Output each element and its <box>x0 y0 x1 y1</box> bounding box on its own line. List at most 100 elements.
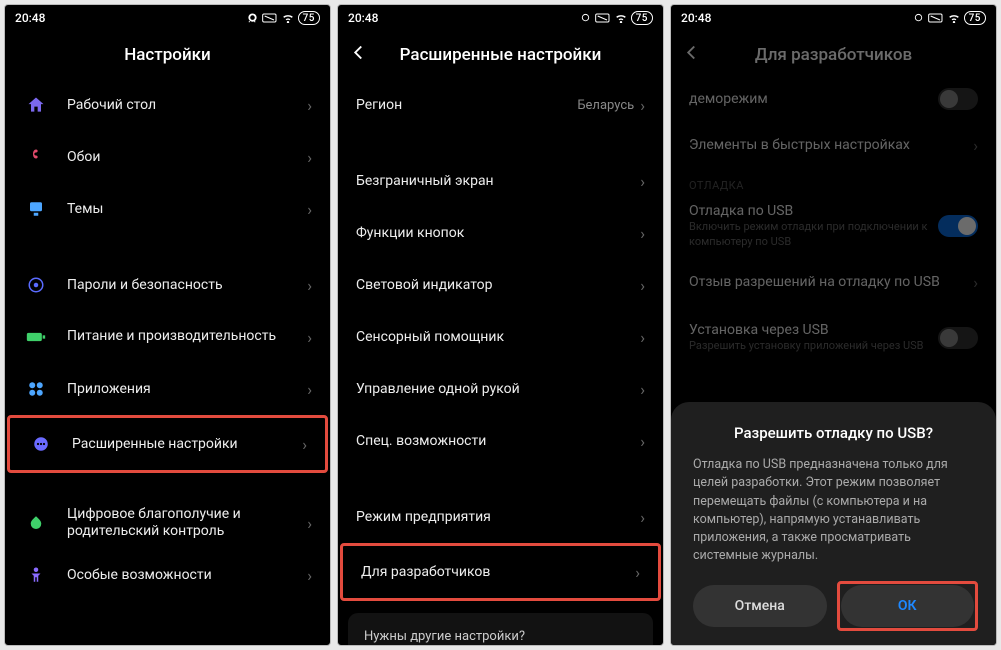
wifi-icon <box>282 13 294 23</box>
dialog-cancel-button[interactable]: Отмена <box>693 585 827 627</box>
status-bar: 20:48 75 <box>338 5 663 31</box>
row-label: Особые возможности <box>67 567 307 583</box>
chevron-right-icon: › <box>307 328 312 347</box>
row-enterprise[interactable]: Режим предприятия› <box>338 491 663 543</box>
row-a11y[interactable]: Спец. возможности› <box>338 415 663 467</box>
battery-pill: 75 <box>631 11 653 25</box>
lock-icon <box>23 272 49 298</box>
chevron-right-icon: › <box>640 224 645 243</box>
page-title: Настройки <box>124 45 211 65</box>
row-themes[interactable]: Темы › <box>5 183 330 235</box>
status-right: 75 <box>247 11 320 25</box>
dnd-icon <box>913 13 924 24</box>
status-right: 75 <box>580 11 653 25</box>
status-time: 20:48 <box>348 11 378 25</box>
screen-advanced: 20:48 75 Расширенные настройки Регион Бе… <box>337 4 664 646</box>
row-devoptions[interactable]: Для разработчиков› <box>343 546 658 598</box>
battery-box-icon <box>928 13 944 23</box>
row-label: Сенсорный помощник <box>356 329 640 345</box>
dialog-scrim[interactable]: Разрешить отладку по USB? Отладка по USB… <box>671 79 996 645</box>
row-label: Для разработчиков <box>361 564 635 580</box>
battery-box-icon <box>262 13 278 23</box>
header: Настройки <box>5 31 330 79</box>
row-label: Пароли и безопасность <box>67 277 307 293</box>
wallpaper-icon <box>23 144 49 170</box>
row-label: Регион <box>356 97 577 113</box>
row-security[interactable]: Пароли и безопасность › <box>5 259 330 311</box>
row-label: Обои <box>67 149 307 165</box>
back-button[interactable] <box>683 44 701 67</box>
battery-box-icon <box>595 13 611 23</box>
header: Расширенные настройки <box>338 31 663 79</box>
row-label: Приложения <box>67 381 307 397</box>
status-bar: 20:48 75 <box>5 5 330 31</box>
settings-list[interactable]: Рабочий стол › Обои › Темы › Пароли и бе… <box>5 79 330 645</box>
row-quickball[interactable]: Сенсорный помощник› <box>338 311 663 363</box>
row-apps[interactable]: Приложения › <box>5 363 330 415</box>
page-title: Расширенные настройки <box>400 45 602 65</box>
row-label: Управление одной рукой <box>356 381 640 397</box>
row-label: Цифровое благополучие и родительский кон… <box>67 506 307 541</box>
row-led[interactable]: Световой индикатор› <box>338 259 663 311</box>
highlight-advanced: Расширенные настройки › <box>7 415 328 473</box>
dialog-title: Разрешить отладку по USB? <box>693 424 974 442</box>
row-home[interactable]: Рабочий стол › <box>5 79 330 131</box>
row-label: Безграничный экран <box>356 173 640 189</box>
button-label: Отмена <box>735 598 785 614</box>
battery-pill: 75 <box>964 11 986 25</box>
apps-icon <box>23 376 49 402</box>
status-time: 20:48 <box>681 11 711 25</box>
chevron-right-icon: › <box>640 172 645 191</box>
dev-list: деморежим Элементы в быстрых настройках … <box>671 79 996 645</box>
footer-other-settings[interactable]: Нужны другие настройки? <box>348 613 653 645</box>
dialog-ok-button[interactable]: ОК <box>841 585 975 627</box>
header: Для разработчиков <box>671 31 996 79</box>
row-wallpaper[interactable]: Обои › <box>5 131 330 183</box>
chevron-right-icon: › <box>307 380 312 399</box>
row-battery[interactable]: Питание и производительность › <box>5 311 330 363</box>
row-label: Расширенные настройки <box>72 436 302 452</box>
usb-debug-dialog: Разрешить отладку по USB? Отладка по USB… <box>671 402 996 645</box>
back-button[interactable] <box>350 44 368 67</box>
advanced-list[interactable]: Регион Беларусь › Безграничный экран› Фу… <box>338 79 663 645</box>
button-label: ОК <box>898 598 917 614</box>
chevron-right-icon: › <box>302 435 307 454</box>
footer-label: Нужны другие настройки? <box>364 629 525 644</box>
dnd-icon <box>580 13 591 24</box>
row-label: Режим предприятия <box>356 509 640 525</box>
chevron-right-icon: › <box>307 276 312 295</box>
dnd-icon <box>247 13 258 24</box>
row-label: Рабочий стол <box>67 97 307 113</box>
battery-icon <box>23 324 49 350</box>
wellbeing-icon <box>23 510 49 536</box>
row-label: Функции кнопок <box>356 225 640 241</box>
chevron-right-icon: › <box>640 508 645 527</box>
advanced-icon <box>28 431 54 457</box>
chevron-right-icon: › <box>640 432 645 451</box>
row-label: Питание и производительность <box>67 328 307 346</box>
chevron-right-icon: › <box>307 200 312 219</box>
row-region[interactable]: Регион Беларусь › <box>338 79 663 131</box>
row-value: Беларусь <box>577 98 634 113</box>
screen-devoptions: 20:48 75 Для разработчиков деморежим Эле… <box>670 4 997 646</box>
chevron-right-icon: › <box>307 148 312 167</box>
row-advanced[interactable]: Расширенные настройки › <box>10 418 325 470</box>
chevron-right-icon: › <box>640 380 645 399</box>
home-icon <box>23 92 49 118</box>
chevron-right-icon: › <box>640 96 645 115</box>
status-right: 75 <box>913 11 986 25</box>
row-fullscreen[interactable]: Безграничный экран› <box>338 155 663 207</box>
row-accessibility[interactable]: Особые возможности › <box>5 549 330 601</box>
status-bar: 20:48 75 <box>671 5 996 31</box>
wifi-icon <box>615 13 627 23</box>
row-wellbeing[interactable]: Цифровое благополучие и родительский кон… <box>5 497 330 549</box>
battery-pill: 75 <box>298 11 320 25</box>
page-title: Для разработчиков <box>755 45 912 65</box>
row-buttons[interactable]: Функции кнопок› <box>338 207 663 259</box>
row-label: Темы <box>67 201 307 217</box>
accessibility-icon <box>23 562 49 588</box>
chevron-right-icon: › <box>307 514 312 533</box>
row-label: Спец. возможности <box>356 433 640 449</box>
screen-settings: 20:48 75 Настройки Рабочий стол › Обои ›… <box>4 4 331 646</box>
row-onehand[interactable]: Управление одной рукой› <box>338 363 663 415</box>
